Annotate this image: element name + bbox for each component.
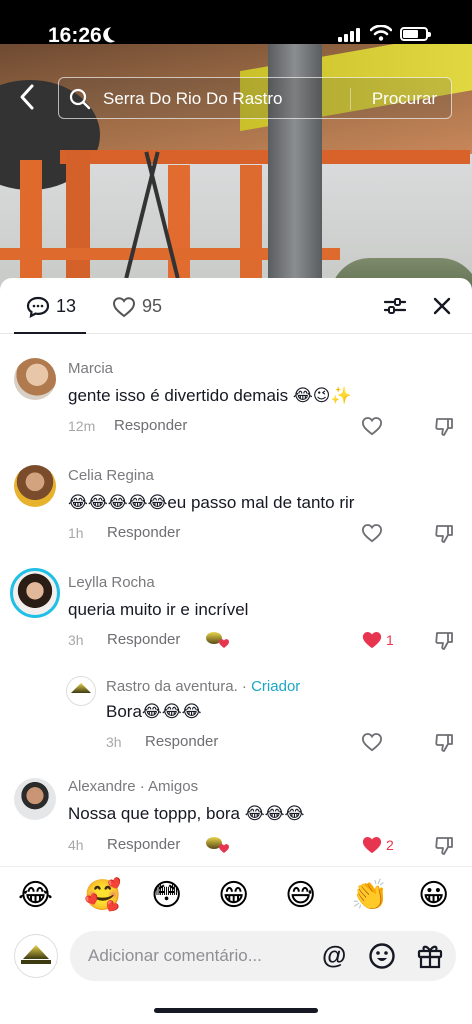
quick-emoji-bar: 😂 🥰 😳 😁 😅 👏 😀 bbox=[0, 866, 472, 926]
creator-badge: Criador bbox=[251, 678, 301, 695]
quick-emoji[interactable]: 😳 bbox=[151, 879, 182, 913]
filter-icon[interactable] bbox=[384, 296, 406, 316]
author-name[interactable]: Rastro da aventura. bbox=[106, 678, 238, 695]
comment-time: 12m bbox=[68, 418, 96, 434]
emoji-face-icon[interactable] bbox=[368, 942, 396, 970]
tab-comments[interactable]: 13 bbox=[14, 278, 86, 334]
dislike-icon[interactable] bbox=[434, 417, 454, 437]
comment-item: Marcia gente isso é divertido demais 😂😉✨… bbox=[0, 356, 472, 446]
dislike-icon[interactable] bbox=[434, 631, 454, 651]
search-bar[interactable]: Serra Do Rio Do Rastro Procurar bbox=[58, 77, 452, 119]
comment-text: Bora😂😂😂 bbox=[106, 702, 202, 721]
quick-emoji[interactable]: 😁 bbox=[218, 879, 249, 913]
heart-icon[interactable] bbox=[361, 835, 383, 855]
avatar[interactable] bbox=[14, 358, 56, 400]
dislike-icon[interactable] bbox=[434, 836, 454, 856]
quick-emoji[interactable]: 👏 bbox=[351, 879, 388, 913]
quick-emoji[interactable]: 😅 bbox=[285, 879, 316, 913]
video-beam bbox=[60, 150, 470, 164]
comment-author[interactable]: Leylla Rocha bbox=[68, 574, 155, 591]
like-count: 1 bbox=[386, 632, 394, 648]
comment-author[interactable]: Celia Regina bbox=[68, 467, 154, 484]
back-icon[interactable] bbox=[14, 82, 42, 112]
reply-button[interactable]: Responder bbox=[107, 836, 180, 853]
avatar[interactable] bbox=[14, 465, 56, 507]
mention-icon[interactable]: @ bbox=[322, 943, 346, 969]
comment-time: 1h bbox=[68, 525, 84, 541]
comment-text: 😂😂😂😂😂eu passo mal de tanto rir bbox=[68, 493, 355, 512]
wifi-icon bbox=[370, 25, 392, 41]
moon-icon bbox=[106, 24, 125, 43]
comment-input[interactable]: Adicionar comentário... @ bbox=[70, 931, 456, 981]
reply-button[interactable]: Responder bbox=[107, 631, 180, 648]
comment-time: 4h bbox=[68, 837, 84, 853]
home-indicator bbox=[154, 1008, 318, 1013]
dislike-icon[interactable] bbox=[434, 733, 454, 753]
heart-icon[interactable] bbox=[361, 732, 383, 752]
search-icon bbox=[69, 88, 91, 110]
search-input[interactable]: Serra Do Rio Do Rastro bbox=[103, 89, 283, 109]
quick-emoji[interactable]: 😀 bbox=[418, 879, 449, 913]
comment-text: gente isso é divertido demais 😂😉✨ bbox=[68, 386, 352, 405]
comment-input-placeholder: Adicionar comentário... bbox=[88, 946, 262, 965]
comments-count: 13 bbox=[56, 296, 77, 316]
comment-icon bbox=[26, 296, 50, 318]
dislike-icon[interactable] bbox=[434, 524, 454, 544]
avatar[interactable] bbox=[14, 778, 56, 820]
avatar[interactable] bbox=[10, 568, 60, 618]
close-icon[interactable] bbox=[432, 296, 452, 316]
quick-emoji[interactable]: 😂 bbox=[18, 879, 53, 913]
sheet-tabs: 13 95 bbox=[0, 278, 472, 334]
comment-author[interactable]: Alexandre · Amigos bbox=[68, 778, 198, 795]
search-button[interactable]: Procurar bbox=[372, 89, 437, 109]
comment-author[interactable]: Rastro da aventura. · Criador bbox=[106, 678, 300, 695]
comment-text: queria muito ir e incrível bbox=[68, 600, 249, 619]
heart-icon[interactable] bbox=[361, 416, 383, 436]
reply-button[interactable]: Responder bbox=[107, 524, 180, 541]
comment-item: Leylla Rocha queria muito ir e incrível … bbox=[0, 568, 472, 660]
battery-icon bbox=[400, 27, 431, 41]
comment-time: 3h bbox=[68, 632, 84, 648]
comment-item: Alexandre · Amigos Nossa que toppp, bora… bbox=[0, 776, 472, 866]
comment-text: Nossa que toppp, bora 😂😂😂 bbox=[68, 804, 305, 823]
user-avatar bbox=[14, 934, 58, 978]
heart-icon[interactable] bbox=[361, 523, 383, 543]
reply-button[interactable]: Responder bbox=[145, 733, 218, 750]
comment-time: 3h bbox=[106, 734, 122, 750]
avatar[interactable] bbox=[66, 676, 96, 706]
creator-liked-icon bbox=[206, 837, 232, 855]
comment-author[interactable]: Marcia bbox=[68, 360, 113, 377]
creator-liked-icon bbox=[206, 632, 232, 650]
heart-icon bbox=[112, 297, 136, 318]
comment-item: Celia Regina 😂😂😂😂😂eu passo mal de tanto … bbox=[0, 463, 472, 553]
likes-count: 95 bbox=[142, 296, 163, 316]
quick-emoji[interactable]: 🥰 bbox=[84, 879, 121, 913]
signal-icon bbox=[338, 28, 360, 42]
reply-item: Rastro da aventura. · Criador Bora😂😂😂 3h… bbox=[0, 674, 472, 764]
reply-button[interactable]: Responder bbox=[114, 417, 187, 434]
status-time: 16:26 bbox=[48, 24, 102, 47]
search-divider bbox=[350, 88, 351, 110]
status-bar: 16:26 bbox=[0, 0, 472, 47]
gift-icon[interactable] bbox=[416, 942, 444, 970]
heart-icon[interactable] bbox=[361, 630, 383, 650]
like-count: 2 bbox=[386, 837, 394, 853]
tab-likes[interactable]: 95 bbox=[108, 278, 180, 334]
